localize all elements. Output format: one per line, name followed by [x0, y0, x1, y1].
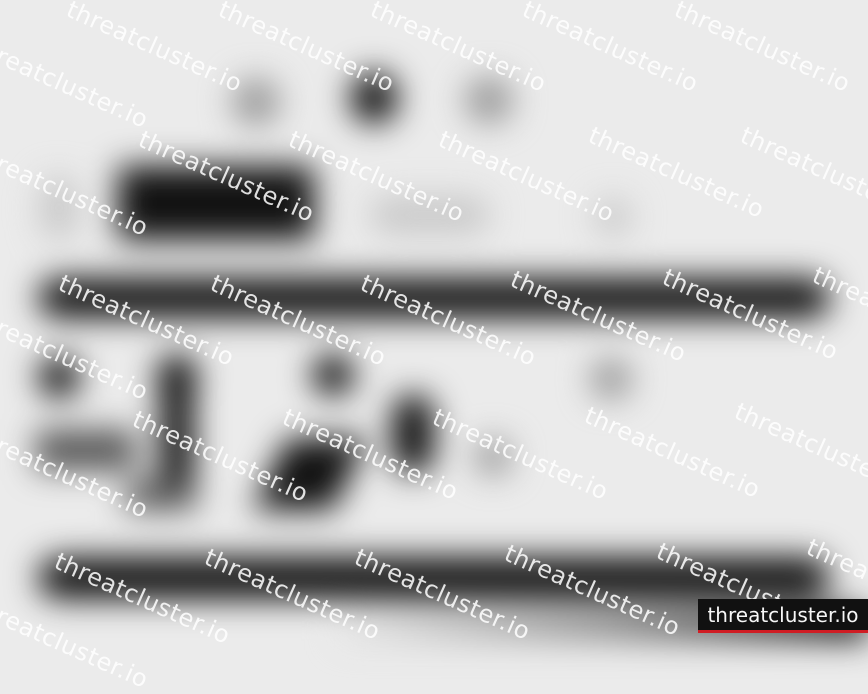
lower-blurred-stem — [126, 480, 196, 510]
watermark-badge: threatcluster.io — [698, 599, 868, 633]
lower-blurred-dot — [474, 438, 512, 476]
middle-blurred-dot — [312, 354, 354, 396]
blurred-screenshot-content — [0, 0, 868, 640]
second-blurred-bar — [38, 557, 830, 599]
upper-right-blurred-dot — [594, 198, 632, 236]
left-blurred-dot — [38, 356, 80, 398]
lower-blurred-bar-left — [36, 430, 136, 470]
upper-blurred-text-block — [118, 166, 314, 240]
first-blurred-bar — [38, 278, 830, 318]
upper-blurred-field — [370, 196, 490, 234]
left-blurred-marker — [40, 176, 78, 240]
top-left-blurred-icon — [232, 78, 280, 126]
lower-blurred-vertical — [392, 394, 434, 474]
top-center-blurred-icon — [350, 72, 398, 124]
lower-blurred-diagonal — [252, 438, 368, 510]
top-right-blurred-icon — [465, 76, 513, 124]
right-blurred-dot — [590, 358, 632, 400]
